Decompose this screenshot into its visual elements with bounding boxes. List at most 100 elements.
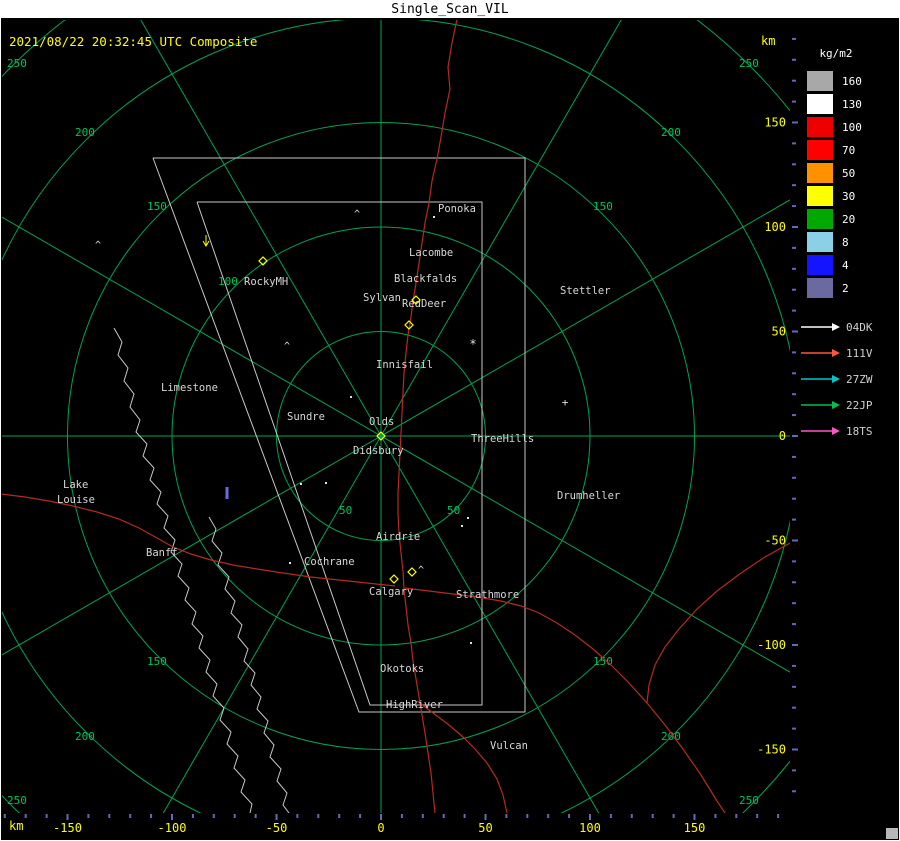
legend-color-swatch [807,117,833,137]
legend-color-swatch [807,255,833,275]
legend-value: 20 [842,212,856,226]
legend-entry: 100 [807,117,862,137]
city-label-reddeer: RedDeer [402,298,446,310]
peak-marker: ^ [284,341,290,352]
town-dot-marker [461,525,463,527]
legend-value: 30 [842,189,856,203]
legend-entry: 30 [807,186,862,206]
legend-color-swatch [807,140,833,160]
range-label: 150 [593,200,613,213]
range-label: 50 [447,504,460,517]
storm-vector-id: 111V [846,347,873,360]
storm-vector-arrowhead-icon [832,323,840,331]
city-label-ponoka: Ponoka [438,203,476,215]
range-label: 150 [147,655,167,668]
x-axis-label: -50 [266,821,288,835]
town-dot-marker [350,396,352,398]
window-title: Single_Scan_VIL [1,1,899,18]
x-axis-label: 50 [478,821,492,835]
range-label: 250 [739,794,759,807]
city-label-highriver: HighRiver [386,699,443,711]
city-label-rockymh: RockyMH [244,276,288,288]
storm-vector-arrowhead-icon [832,401,840,409]
storm-vector-arrowhead-icon [832,349,840,357]
radar-site-icon [407,567,417,577]
town-dot-marker [300,483,302,485]
legend-entry: 50 [807,163,862,183]
town-dot-marker [467,517,469,519]
storm-vector-id: 04DK [846,321,873,334]
legend-value: 100 [842,120,862,134]
city-label-innisfail: Innisfail [376,359,433,371]
y-axis-label: 150 [764,116,786,130]
peak-marker: ^ [354,209,360,220]
x-axis-label: 100 [579,821,601,835]
legend-entry: 4 [807,255,862,275]
range-label: 200 [661,126,681,139]
legend-color-swatch [807,186,833,206]
resize-grip[interactable] [886,828,898,839]
city-label-olds: Olds [369,416,394,428]
range-ring-200 [2,20,790,813]
x-axis-label: 0 [377,821,384,835]
peak-marker: ^ [95,240,101,251]
range-label: 200 [75,730,95,743]
legend-unit-label: kg/m2 [819,47,853,60]
x-axis-label: 150 [684,821,706,835]
city-label-limestone: Limestone [161,382,218,394]
legend-value: 160 [842,74,862,88]
storm-vector-22jp: 22JP [801,399,873,412]
range-label: 250 [7,794,27,807]
legend-color-swatch [807,278,833,298]
plus-marker: + [562,396,569,409]
y-axis-label: 100 [764,220,786,234]
town-dot-marker [289,562,291,564]
town-dot-marker [470,642,472,644]
legend-value: 4 [842,258,849,272]
highway [397,20,458,813]
color-scale: 160 130 100 70 50 30 20 8 4 2 [807,71,862,301]
peak-marker: ^ [418,565,424,576]
city-label-lake: Lake [63,479,88,491]
city-label-didsbury: Didsbury [353,445,404,457]
province-border [113,327,253,813]
range-label: 150 [147,200,167,213]
y-axis-label: -100 [757,638,786,652]
range-label: 200 [75,126,95,139]
storm-vector-18ts: 18TS [801,425,873,438]
storm-vector-arrowhead-icon [832,427,840,435]
legend-value: 50 [842,166,856,180]
city-label-banff: Banff [146,547,178,559]
y-axis-label: -50 [764,534,786,548]
legend-color-swatch [807,232,833,252]
legend-color-swatch [807,94,833,114]
asterisk-marker: * [469,337,476,351]
y-axis-label: 0 [779,429,786,443]
legend-value: 8 [842,235,849,249]
storm-vector-04dk: 04DK [801,321,873,334]
city-label-stettler: Stettler [560,285,611,297]
town-dot-marker [325,482,327,484]
range-label: 100 [218,275,238,288]
storm-vector-27zw: 27ZW [801,373,873,386]
legend-entry: 70 [807,140,862,160]
highway [2,493,396,587]
x-axis-label: -100 [158,821,187,835]
legend-value: 70 [842,143,856,157]
city-label-vulcan: Vulcan [490,740,528,752]
city-label-cochrane: Cochrane [304,556,355,568]
city-label-sylvan: Sylvan [363,292,401,304]
legend-entry: 130 [807,94,862,114]
range-label: 150 [593,655,613,668]
y-axis-unit-label: km [761,34,776,48]
radar-site-icon [389,574,399,584]
timestamp-label: 2021/08/22 20:32:45 UTC Composite [9,34,258,49]
storm-vector-111v: 111V [801,347,873,360]
city-label-strathmore: Strathmore [456,589,519,601]
legend-value: 130 [842,97,862,111]
range-label: 250 [739,57,759,70]
y-axis-label: 50 [772,325,786,339]
legend-entry: 2 [807,278,862,298]
x-axis-unit-label: km [9,819,24,833]
range-label: 250 [7,57,27,70]
